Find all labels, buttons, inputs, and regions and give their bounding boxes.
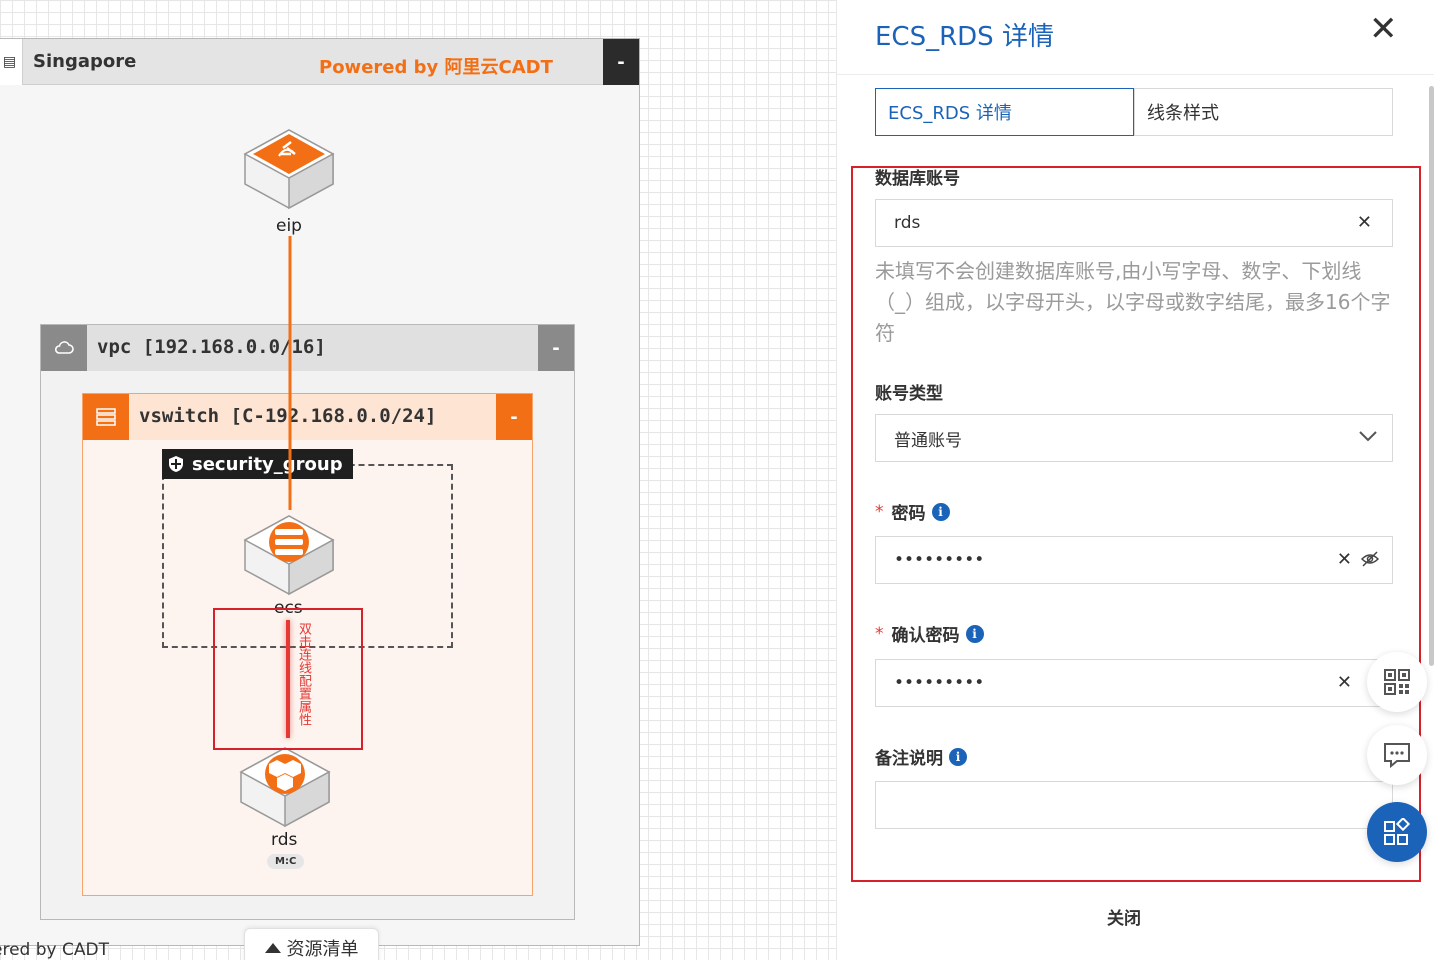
- bottom-powered-label: ered by CADT: [0, 940, 109, 960]
- diagram-canvas[interactable]: ▤ Singapore Powered by 阿里云CADT - vpc [19…: [0, 0, 836, 960]
- detail-panel: ECS_RDS 详情 ✕ ECS_RDS 详情 线条样式 数据库账号 rds ✕…: [836, 0, 1434, 960]
- line-highlight-frame: [213, 608, 363, 750]
- chat-icon: [1384, 743, 1410, 768]
- rds-mode-badge: M:C: [267, 854, 305, 869]
- rds-label: rds: [271, 830, 298, 850]
- apps-button[interactable]: [1367, 802, 1427, 862]
- resource-list-label: 资源清单: [286, 939, 359, 960]
- qrcode-button[interactable]: [1367, 652, 1427, 712]
- line-config-hint: 双击连线配置属性: [296, 622, 311, 726]
- rds-node-icon[interactable]: [239, 746, 331, 830]
- panel-scrollbar[interactable]: [1429, 86, 1434, 666]
- eip-node-icon[interactable]: [243, 128, 335, 212]
- panel-tabs: ECS_RDS 详情 线条样式: [875, 88, 1393, 136]
- resource-list-button[interactable]: 资源清单: [244, 928, 379, 960]
- apps-icon: [1384, 818, 1411, 845]
- ecs-node-icon[interactable]: [243, 514, 335, 598]
- tab-line-style[interactable]: 线条样式: [1134, 88, 1393, 136]
- form-highlight-frame: [851, 166, 1421, 882]
- close-button[interactable]: 关闭: [1107, 904, 1141, 929]
- chat-button[interactable]: [1367, 725, 1427, 785]
- panel-title: ECS_RDS 详情: [875, 22, 1054, 52]
- close-icon[interactable]: ✕: [1369, 12, 1398, 46]
- tab-ecs-rds-detail[interactable]: ECS_RDS 详情: [875, 88, 1134, 136]
- eip-label: eip: [276, 216, 302, 236]
- connection-lines: [286, 236, 292, 738]
- caret-up-icon: [264, 943, 281, 953]
- qrcode-icon: [1384, 669, 1410, 695]
- panel-divider: [837, 74, 1434, 75]
